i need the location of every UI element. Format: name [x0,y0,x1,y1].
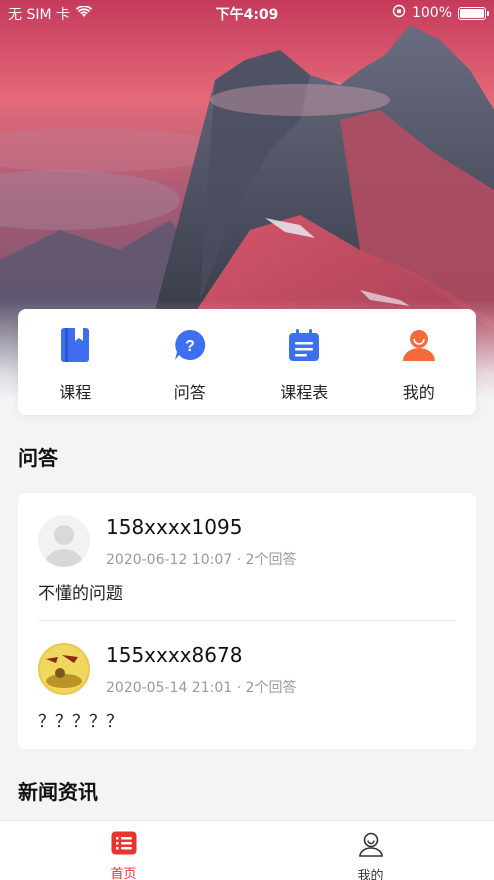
avatar [38,643,90,695]
qa-username: 158xxxx1095 [106,515,243,539]
qa-answer-count: 2个回答 [245,680,297,696]
calendar-icon [286,327,322,363]
nav-item-qa[interactable]: ? 问答 [133,309,248,415]
battery-percent: 100% [411,5,452,21]
qa-username: 155xxxx8678 [106,643,243,667]
status-bar: 无 SIM 卡 下午4:09 100% [0,0,494,26]
nav-item-label: 我的 [402,383,435,402]
nav-item-label: 问答 [173,383,206,402]
avatar [38,515,90,567]
qa-meta: 2020-05-14 21:01 · 2个回答 [106,677,296,697]
nav-item-courses[interactable]: 课程 [18,309,133,415]
tab-label: 我的 [357,869,384,880]
user-icon [401,327,437,363]
nav-item-label: 课程 [59,383,92,402]
bottom-tab-bar: 首页 我的 [0,820,494,880]
qa-section-title: 问答 [18,446,58,470]
nav-item-mine[interactable]: 我的 [362,309,477,415]
qa-separator: · [236,680,242,696]
profile-icon [358,831,384,861]
news-section-title: 新闻资讯 [18,780,98,804]
qa-meta: 2020-06-12 10:07 · 2个回答 [106,549,296,569]
nav-item-label: 课程表 [280,383,329,402]
tab-profile[interactable]: 我的 [247,821,494,880]
tab-label: 首页 [110,867,137,880]
qa-date: 2020-06-12 10:07 [106,552,233,568]
quick-nav-card: 课程 ? 问答 课程表 我的 [18,309,476,415]
orientation-lock-icon [392,4,406,22]
qa-list-item[interactable]: 155xxxx8678 2020-05-14 21:01 · 2个回答 ？？？？… [18,621,476,749]
svg-text:?: ? [185,338,195,355]
battery-icon [458,6,489,20]
qa-question-text: 不懂的问题 [38,584,123,604]
home-list-icon [111,831,137,859]
nav-item-schedule[interactable]: 课程表 [247,309,362,415]
qa-answer-count: 2个回答 [245,552,297,568]
qa-separator: · [236,552,242,568]
book-icon [57,327,93,363]
qa-card: 158xxxx1095 2020-06-12 10:07 · 2个回答 不懂的问… [18,493,476,749]
qa-question-text: ？？？？？ [38,712,123,732]
tab-home[interactable]: 首页 [0,821,247,880]
qa-list-item[interactable]: 158xxxx1095 2020-06-12 10:07 · 2个回答 不懂的问… [18,493,476,621]
question-bubble-icon: ? [172,327,208,363]
qa-date: 2020-05-14 21:01 [106,680,233,696]
